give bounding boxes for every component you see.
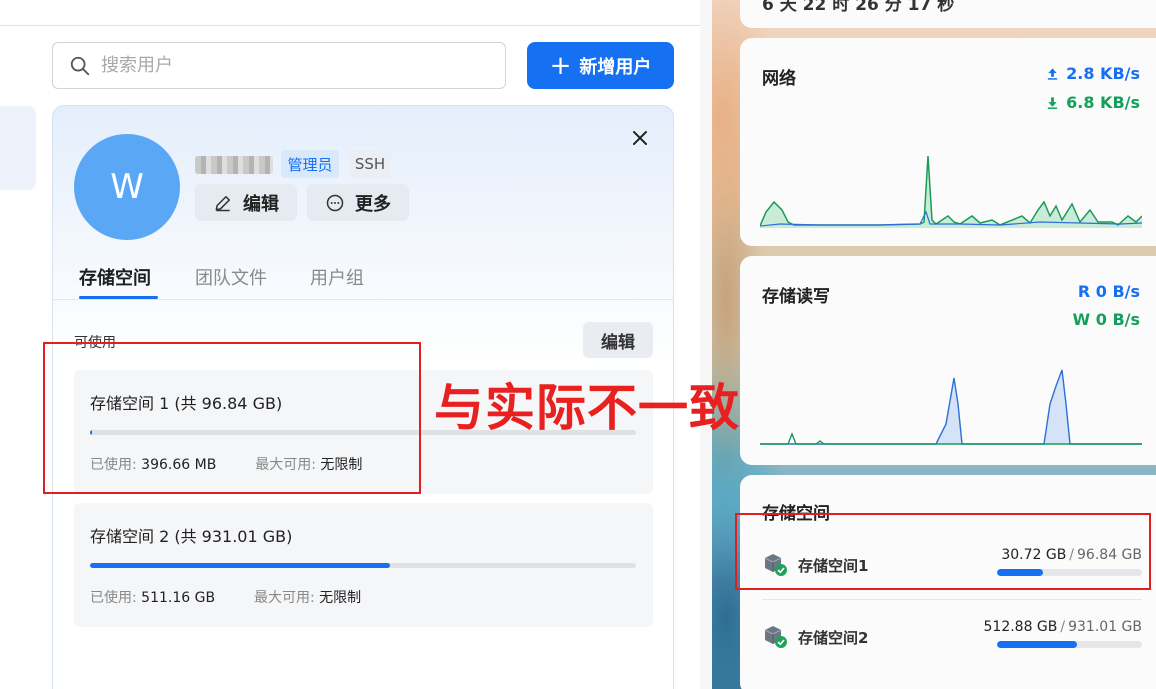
- storage-row-2[interactable]: 存储空间2 512.88 GB/931.01 GB: [762, 619, 1142, 659]
- storage-row-track: [997, 641, 1142, 648]
- download-arrow-icon: [1047, 96, 1058, 109]
- used-label: 已使用:: [90, 590, 137, 606]
- tab-storage[interactable]: 存储空间: [79, 264, 151, 290]
- network-sparkline: [760, 155, 1142, 228]
- max-label: 最大可用:: [253, 590, 315, 606]
- edit-user-button[interactable]: 编辑: [195, 184, 297, 221]
- storage-row-divider: [762, 599, 1142, 600]
- storage-space-card-2: 存储空间 2 (共 931.01 GB) 已使用: 511.16 GB 最大可用…: [74, 503, 653, 627]
- network-widget: 网络 2.8 KB/s 6.8 KB/s: [740, 38, 1156, 246]
- disk-io-sparkline: [760, 369, 1142, 445]
- username-redacted: [195, 156, 273, 174]
- plus-icon: +: [549, 50, 572, 81]
- more-label: 更多: [355, 193, 391, 215]
- network-title: 网络: [762, 69, 796, 89]
- upload-rate: 2.8 KB/s: [1046, 64, 1140, 83]
- detail-tabs: 存储空间 团队文件 用户组: [53, 256, 673, 300]
- storage-row-used: 512.88 GB: [983, 619, 1058, 635]
- annotation-box-left: [43, 342, 421, 494]
- storage-progress-fill: [90, 563, 391, 568]
- disk-check-icon: [764, 626, 787, 648]
- tab-team-files[interactable]: 团队文件: [195, 264, 267, 290]
- badge-ssh: SSH: [349, 150, 391, 178]
- storage-progress-track: [90, 563, 636, 568]
- upload-arrow-icon: [1047, 67, 1058, 80]
- more-circle-icon: [326, 194, 344, 211]
- uptime-widget: 6 天 22 时 26 分 17 秒: [740, 0, 1156, 28]
- max-value: 无限制: [319, 590, 362, 606]
- storage-row-usage: 512.88 GB/931.01 GB: [983, 619, 1143, 635]
- annotation-text: 与实际不一致: [434, 379, 740, 437]
- badge-admin: 管理员: [281, 150, 339, 178]
- search-box[interactable]: [52, 42, 506, 89]
- uptime-value: 6 天 22 时 26 分 17 秒: [762, 0, 955, 15]
- upload-rate-value: 2.8 KB/s: [1066, 64, 1140, 83]
- active-tab-indicator: [79, 296, 158, 299]
- pencil-icon: [215, 195, 230, 211]
- storage-row-total: 931.01 GB: [1068, 619, 1142, 635]
- storage-row-fill: [997, 641, 1077, 648]
- annotation-box-right: [735, 513, 1151, 590]
- sidebar-selected-item[interactable]: [0, 106, 36, 190]
- storage-space-title: 存储空间 2 (共 931.01 GB): [90, 527, 293, 546]
- add-user-label: 新增用户: [579, 56, 652, 78]
- header-divider: [0, 25, 700, 26]
- edit-user-label: 编辑: [243, 193, 279, 215]
- avatar: W: [74, 134, 180, 240]
- edit-quota-button[interactable]: 编辑: [583, 322, 653, 358]
- storage-space-meta: 已使用: 511.16 GB 最大可用: 无限制: [90, 587, 361, 607]
- download-rate: 6.8 KB/s: [1046, 93, 1140, 112]
- used-value: 511.16 GB: [141, 590, 216, 606]
- read-rate: R 0 B/s: [1077, 282, 1140, 301]
- search-input[interactable]: [101, 55, 481, 76]
- close-icon[interactable]: [628, 126, 652, 150]
- disk-io-title: 存储读写: [762, 287, 830, 307]
- storage-row-name: 存储空间2: [798, 629, 869, 647]
- tab-user-groups[interactable]: 用户组: [310, 264, 364, 290]
- search-icon: [70, 56, 90, 75]
- add-user-button[interactable]: + 新增用户: [527, 42, 674, 89]
- disk-io-widget: 存储读写 R 0 B/s W 0 B/s: [740, 256, 1156, 465]
- more-button[interactable]: 更多: [307, 184, 409, 221]
- write-rate: W 0 B/s: [1072, 310, 1140, 329]
- pane-divider: [700, 0, 712, 689]
- download-rate-value: 6.8 KB/s: [1066, 93, 1140, 112]
